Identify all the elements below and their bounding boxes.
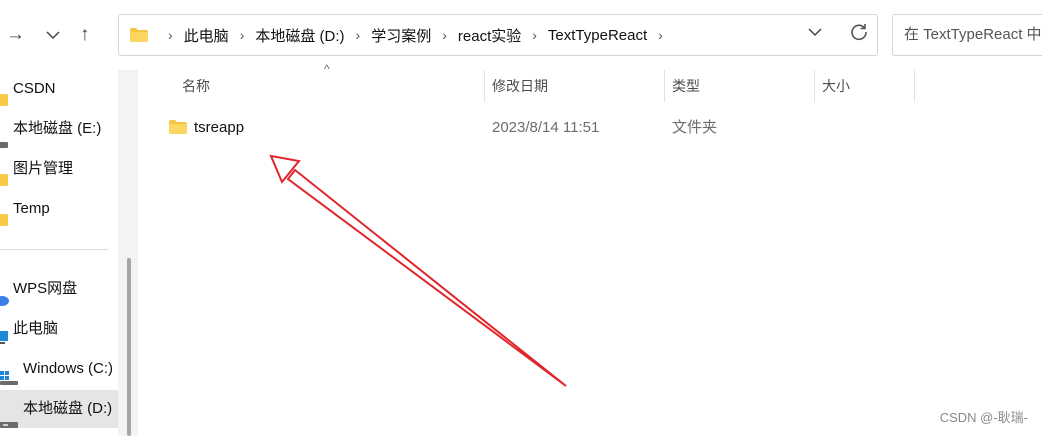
watermark: CSDN @-耿瑞-: [939, 410, 1028, 425]
annotation-arrow: [269, 154, 567, 387]
annotation-arrow-shaft: [286, 168, 567, 387]
